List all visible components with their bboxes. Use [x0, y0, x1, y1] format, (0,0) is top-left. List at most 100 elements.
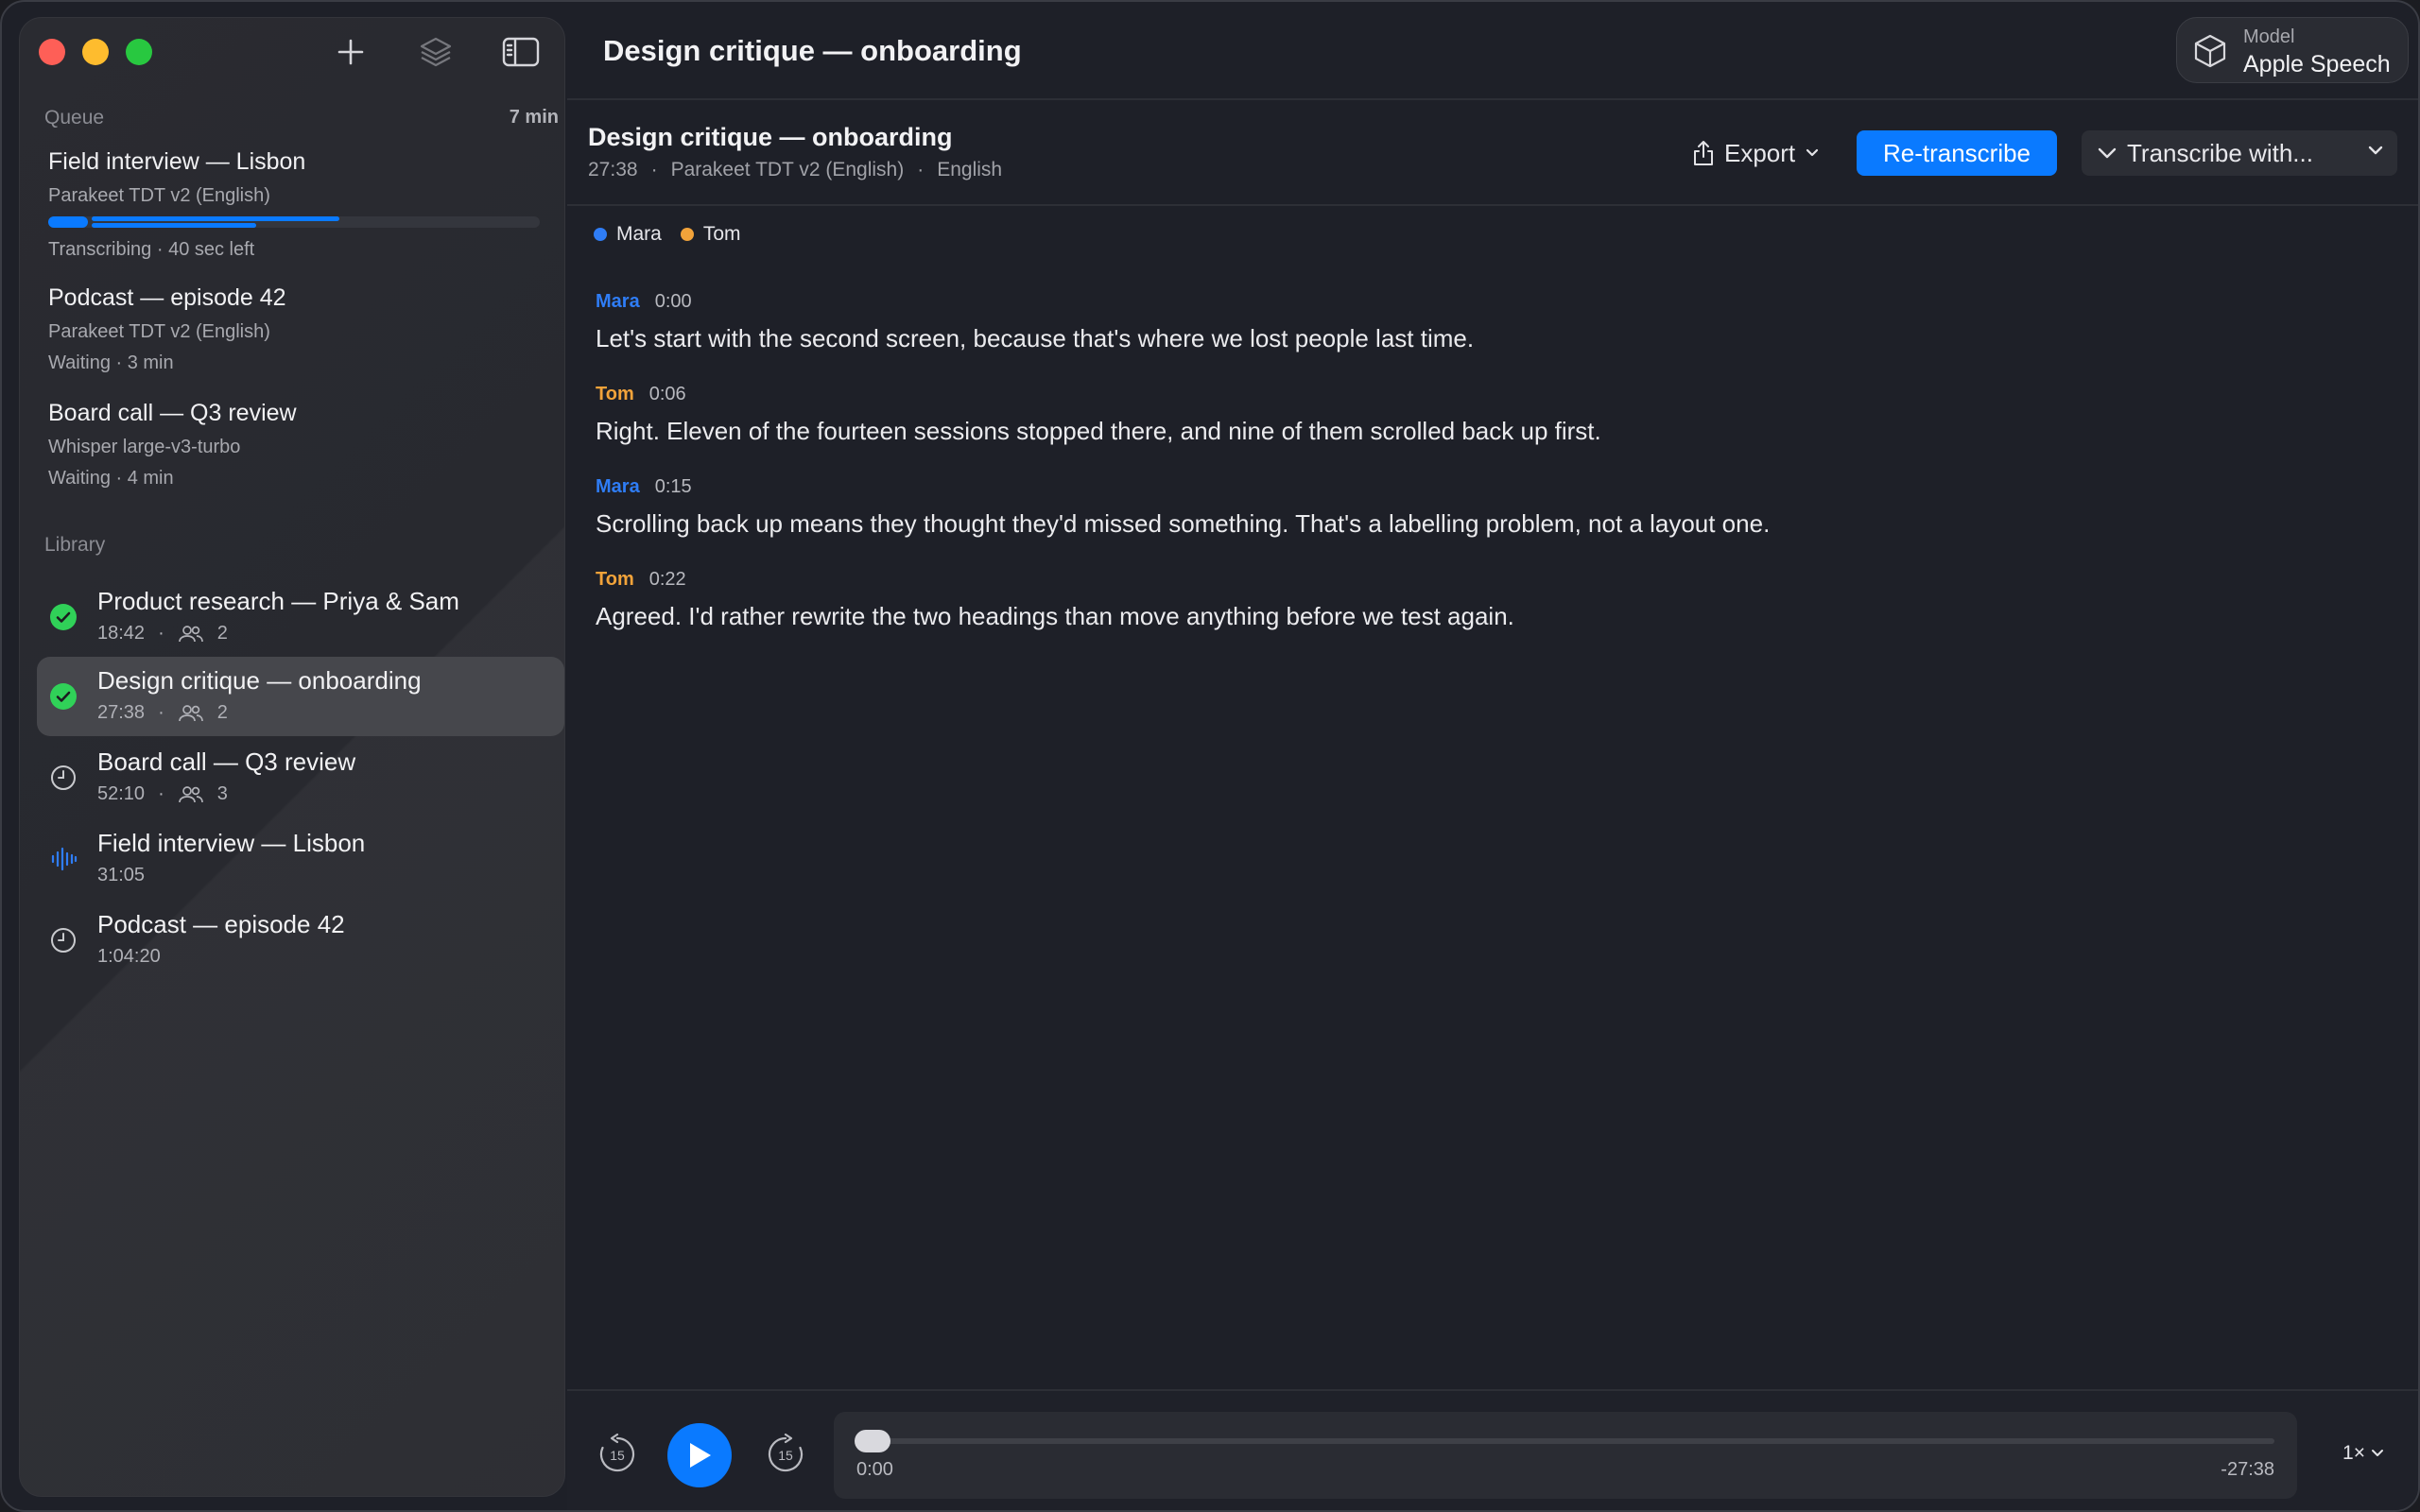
layers-icon[interactable]	[415, 33, 457, 71]
queue-item-title: Field interview — Lisbon	[48, 148, 306, 175]
library-item-duration: 1:04:20	[97, 946, 161, 967]
transcript-duration: 27:38	[588, 159, 638, 180]
library-item-duration: 31:05	[97, 865, 146, 885]
speaker-legend-item: Mara	[594, 223, 662, 246]
transcript-segment[interactable]: Mara 0:15 Scrolling back up means they t…	[596, 476, 2373, 539]
library-item-duration: 27:38	[97, 702, 146, 723]
library-item[interactable]: Board call — Q3 review 52:10 · 3	[37, 738, 564, 817]
playback-speed-button[interactable]: 1×	[2342, 1442, 2384, 1465]
skip-forward-15-icon: 15	[768, 1433, 804, 1472]
transcript-segment[interactable]: Mara 0:00 Let's start with the second sc…	[596, 291, 2373, 353]
remaining-time: -27:38	[2221, 1459, 2274, 1480]
speaker-legend: Mara Tom	[594, 223, 741, 246]
transcript-model: Parakeet TDT v2 (English)	[670, 159, 905, 180]
model-selector-button[interactable]: Model Apple Speech	[2176, 17, 2409, 83]
queue-item-status: Waiting · 3 min	[48, 352, 174, 373]
library-item-title: Board call — Q3 review	[97, 747, 356, 776]
share-icon	[1694, 141, 1713, 165]
scrubber-handle[interactable]	[855, 1430, 890, 1452]
queue-item-model: Parakeet TDT v2 (English)	[48, 321, 270, 342]
library-item-duration: 18:42	[97, 623, 146, 644]
window-title: Design critique — onboarding	[603, 34, 1022, 67]
transcribe-with-button[interactable]: Transcribe with...	[2082, 130, 2397, 176]
transcription-progress-bar	[48, 216, 549, 228]
library-item-duration: 52:10	[97, 783, 146, 804]
export-label: Export	[1724, 138, 1796, 167]
segment-timestamp[interactable]: 0:15	[655, 476, 692, 498]
model-label: Model	[2243, 26, 2295, 47]
queue-item[interactable]: Field interview — Lisbon Parakeet TDT v2…	[48, 148, 549, 261]
queue-section-label: Queue	[44, 107, 105, 129]
speaker-legend-item: Tom	[680, 223, 741, 246]
library-item[interactable]: Product research — Priya & Sam 18:42 · 2	[37, 577, 564, 657]
people-icon	[178, 625, 203, 642]
library-item-selected[interactable]: Design critique — onboarding 27:38 · 2	[37, 657, 564, 736]
segment-text: Scrolling back up means they thought the…	[596, 509, 1771, 538]
chevron-down-icon	[2372, 1450, 2383, 1456]
waveform-icon	[48, 844, 78, 874]
library-item-meta: 31:05	[97, 865, 145, 886]
transcript-title: Design critique — onboarding	[588, 123, 953, 151]
people-icon	[178, 704, 203, 721]
transcript-meta: 27:38 · Parakeet TDT v2 (English) · Engl…	[588, 159, 1003, 180]
library-section-label: Library	[44, 534, 106, 556]
scrubber-track[interactable]	[856, 1438, 2274, 1444]
library-item-speakers: 2	[216, 623, 228, 644]
queue-total-time: 7 min	[509, 107, 559, 128]
library-item[interactable]: Field interview — Lisbon 31:05	[37, 819, 564, 899]
library-item-meta: 52:10 · 3	[97, 783, 228, 804]
segment-speaker: Tom	[596, 384, 634, 404]
app-window: Queue 7 min Field interview — Lisbon Par…	[0, 0, 2420, 1512]
queue-item[interactable]: Board call — Q3 review Whisper large-v3-…	[48, 400, 549, 490]
segment-text: Right. Eleven of the fourteen sessions s…	[596, 417, 1601, 445]
sidebar-toggle-icon[interactable]	[500, 33, 542, 71]
check-circle-icon	[48, 602, 78, 632]
model-value: Apple Speech	[2243, 51, 2391, 77]
queue-item-title: Board call — Q3 review	[48, 400, 297, 426]
current-time: 0:00	[856, 1459, 893, 1480]
close-window-button[interactable]	[39, 39, 65, 65]
transcript-segment[interactable]: Tom 0:06 Right. Eleven of the fourteen s…	[596, 384, 2373, 446]
library-item-speakers: 2	[216, 702, 228, 723]
zoom-window-button[interactable]	[126, 39, 152, 65]
chevron-down-icon[interactable]	[2367, 144, 2384, 157]
segment-timestamp[interactable]: 0:00	[655, 291, 692, 313]
library-item-meta: 18:42 · 2	[97, 623, 228, 644]
transcribe-with-label: Transcribe with...	[2127, 138, 2313, 167]
retranscribe-button[interactable]: Re-transcribe	[1857, 130, 2057, 176]
segment-timestamp[interactable]: 0:06	[649, 384, 686, 405]
library-item-speakers: 3	[216, 783, 228, 804]
playback-speed-value: 1×	[2342, 1442, 2365, 1464]
library-item-title: Field interview — Lisbon	[97, 829, 366, 857]
transcript-language: English	[937, 159, 1003, 180]
segment-timestamp[interactable]: 0:22	[649, 569, 686, 591]
main-content: Design critique — onboarding Model Apple…	[567, 2, 2418, 1510]
play-button[interactable]	[667, 1423, 732, 1487]
library-item-title: Podcast — episode 42	[97, 910, 345, 938]
clock-icon	[48, 925, 78, 955]
chevron-down-icon	[2098, 147, 2117, 159]
queue-item-model: Whisper large-v3-turbo	[48, 437, 241, 457]
playback-scrubber[interactable]: 0:00 -27:38	[834, 1412, 2297, 1499]
segment-speaker: Tom	[596, 569, 634, 590]
skip-back-15-icon: 15	[599, 1433, 635, 1472]
skip-back-button[interactable]: 15	[596, 1433, 639, 1476]
library-item-title: Product research — Priya & Sam	[97, 587, 459, 615]
chevron-down-icon	[1806, 148, 1819, 157]
sidebar: Queue 7 min Field interview — Lisbon Par…	[19, 17, 565, 1497]
segment-speaker: Mara	[596, 476, 640, 497]
check-circle-icon	[48, 681, 78, 712]
library-item-meta: 27:38 · 2	[97, 702, 228, 723]
queue-item[interactable]: Podcast — episode 42 Parakeet TDT v2 (En…	[48, 284, 549, 374]
transcript-segment[interactable]: Tom 0:22 Agreed. I'd rather rewrite the …	[596, 569, 2373, 631]
library-item[interactable]: Podcast — episode 42 1:04:20	[37, 901, 564, 980]
svg-text:15: 15	[610, 1448, 625, 1463]
add-icon[interactable]	[330, 33, 372, 71]
cube-icon	[2194, 34, 2226, 68]
svg-text:15: 15	[778, 1448, 793, 1463]
queue-item-status: Transcribing · 40 sec left	[48, 239, 255, 260]
skip-forward-button[interactable]: 15	[764, 1433, 807, 1476]
export-button[interactable]: Export	[1692, 130, 1820, 176]
library-item-meta: 1:04:20	[97, 946, 161, 968]
minimize-window-button[interactable]	[82, 39, 109, 65]
